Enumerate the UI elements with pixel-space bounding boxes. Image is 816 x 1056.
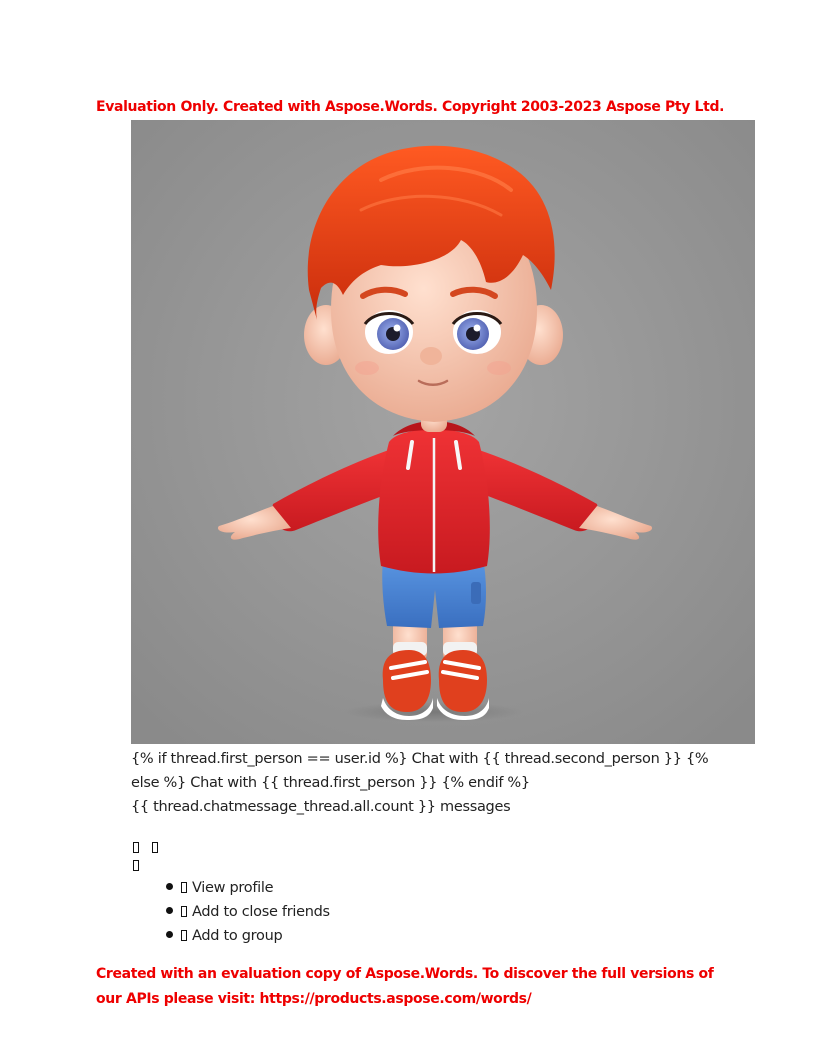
template-line: {% if thread.first_person == user.id %} … [131,751,709,767]
evaluation-watermark-footer: Created with an evaluation copy of Aspos… [96,962,736,1012]
missing-glyph-icon [133,842,139,853]
missing-glyph-icon [181,906,187,917]
missing-glyph-icon [133,860,139,871]
template-line: else %} Chat with {{ thread.first_person… [131,775,530,791]
menu-item-add-to-group[interactable]: Add to group [166,924,330,948]
bullet-icon [166,931,173,938]
menu-item-add-close-friends[interactable]: Add to close friends [166,900,330,924]
missing-glyph-icon [152,842,158,853]
menu-item-label: Add to close friends [192,904,330,920]
message-count-line: {{ thread.chatmessage_thread.all.count }… [131,799,511,815]
menu-item-label: View profile [192,880,274,896]
missing-glyph-icon [181,882,187,893]
icon-row [133,840,171,856]
icon-row [133,858,152,874]
bullet-icon [166,883,173,890]
chat-template-text: {% if thread.first_person == user.id %} … [131,747,711,819]
menu-item-label: Add to group [192,928,283,944]
avatar-image [131,120,755,744]
chat-options-menu: View profile Add to close friends Add to… [166,876,330,948]
footer-line-link[interactable]: our APIs please visit: https://products.… [96,987,736,1012]
bullet-icon [166,907,173,914]
footer-line: Created with an evaluation copy of Aspos… [96,966,714,982]
evaluation-watermark-header: Evaluation Only. Created with Aspose.Wor… [96,99,725,115]
missing-glyph-icon [181,930,187,941]
menu-item-view-profile[interactable]: View profile [166,876,330,900]
